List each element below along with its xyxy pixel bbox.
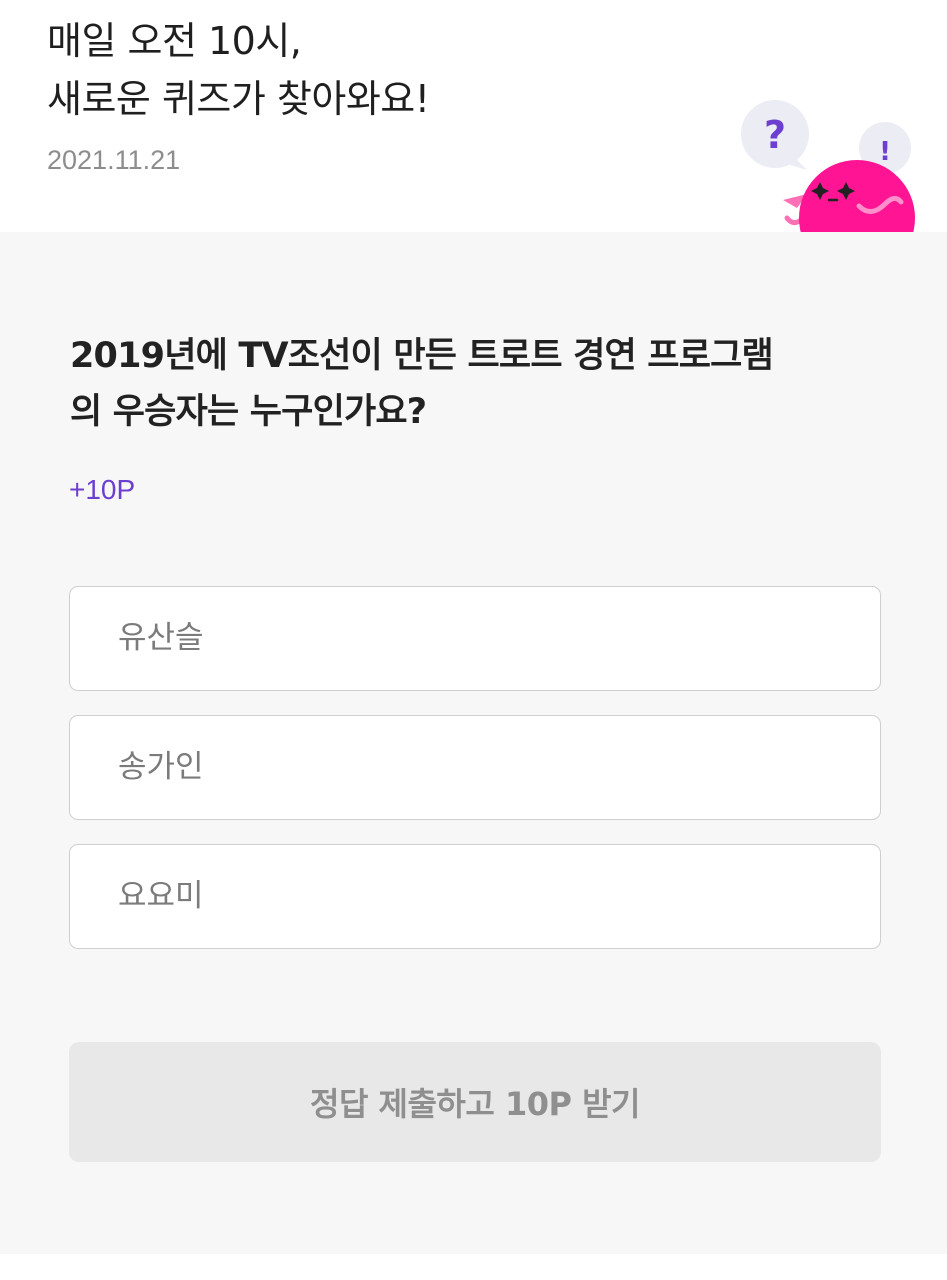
quiz-date: 2021.11.21 <box>47 145 181 175</box>
quiz-question: 2019년에 TV조선이 만든 트로트 경연 프로그램 의 우승자는 누구인가요… <box>70 328 870 440</box>
quiz-header: 매일 오전 10시, 새로운 퀴즈가 찾아와요! 2021.11.21 ? ! <box>0 0 947 232</box>
quiz-panel: 2019년에 TV조선이 만든 트로트 경연 프로그램 의 우승자는 누구인가요… <box>0 232 947 1254</box>
answer-option-label: 요요미 <box>118 878 204 914</box>
answer-option-2[interactable]: 송가인 <box>69 715 881 820</box>
question-bubble-icon: ? <box>741 100 809 170</box>
mascot-illustration: ? ! <box>741 100 915 232</box>
submit-answer-button[interactable]: 정답 제출하고 10P 받기 <box>69 1042 881 1162</box>
page-title: 매일 오전 10시, 새로운 퀴즈가 찾아와요! <box>47 12 430 128</box>
title-line-2: 새로운 퀴즈가 찾아와요! <box>47 77 430 121</box>
answer-option-1[interactable]: 유산슬 <box>69 586 881 691</box>
question-mark-text: ? <box>764 113 786 157</box>
answer-option-label: 송가인 <box>118 749 204 785</box>
bottom-spacer <box>0 1254 947 1280</box>
exclamation-mark-text: ! <box>879 137 891 167</box>
reward-points: +10P <box>69 474 136 505</box>
answer-option-label: 유산슬 <box>118 620 204 656</box>
answer-option-3[interactable]: 요요미 <box>69 844 881 949</box>
question-line-2: 의 우승자는 누구인가요? <box>70 392 427 432</box>
question-line-1: 2019년에 TV조선이 만든 트로트 경연 프로그램 <box>70 336 774 376</box>
title-line-1: 매일 오전 10시, <box>47 19 302 63</box>
